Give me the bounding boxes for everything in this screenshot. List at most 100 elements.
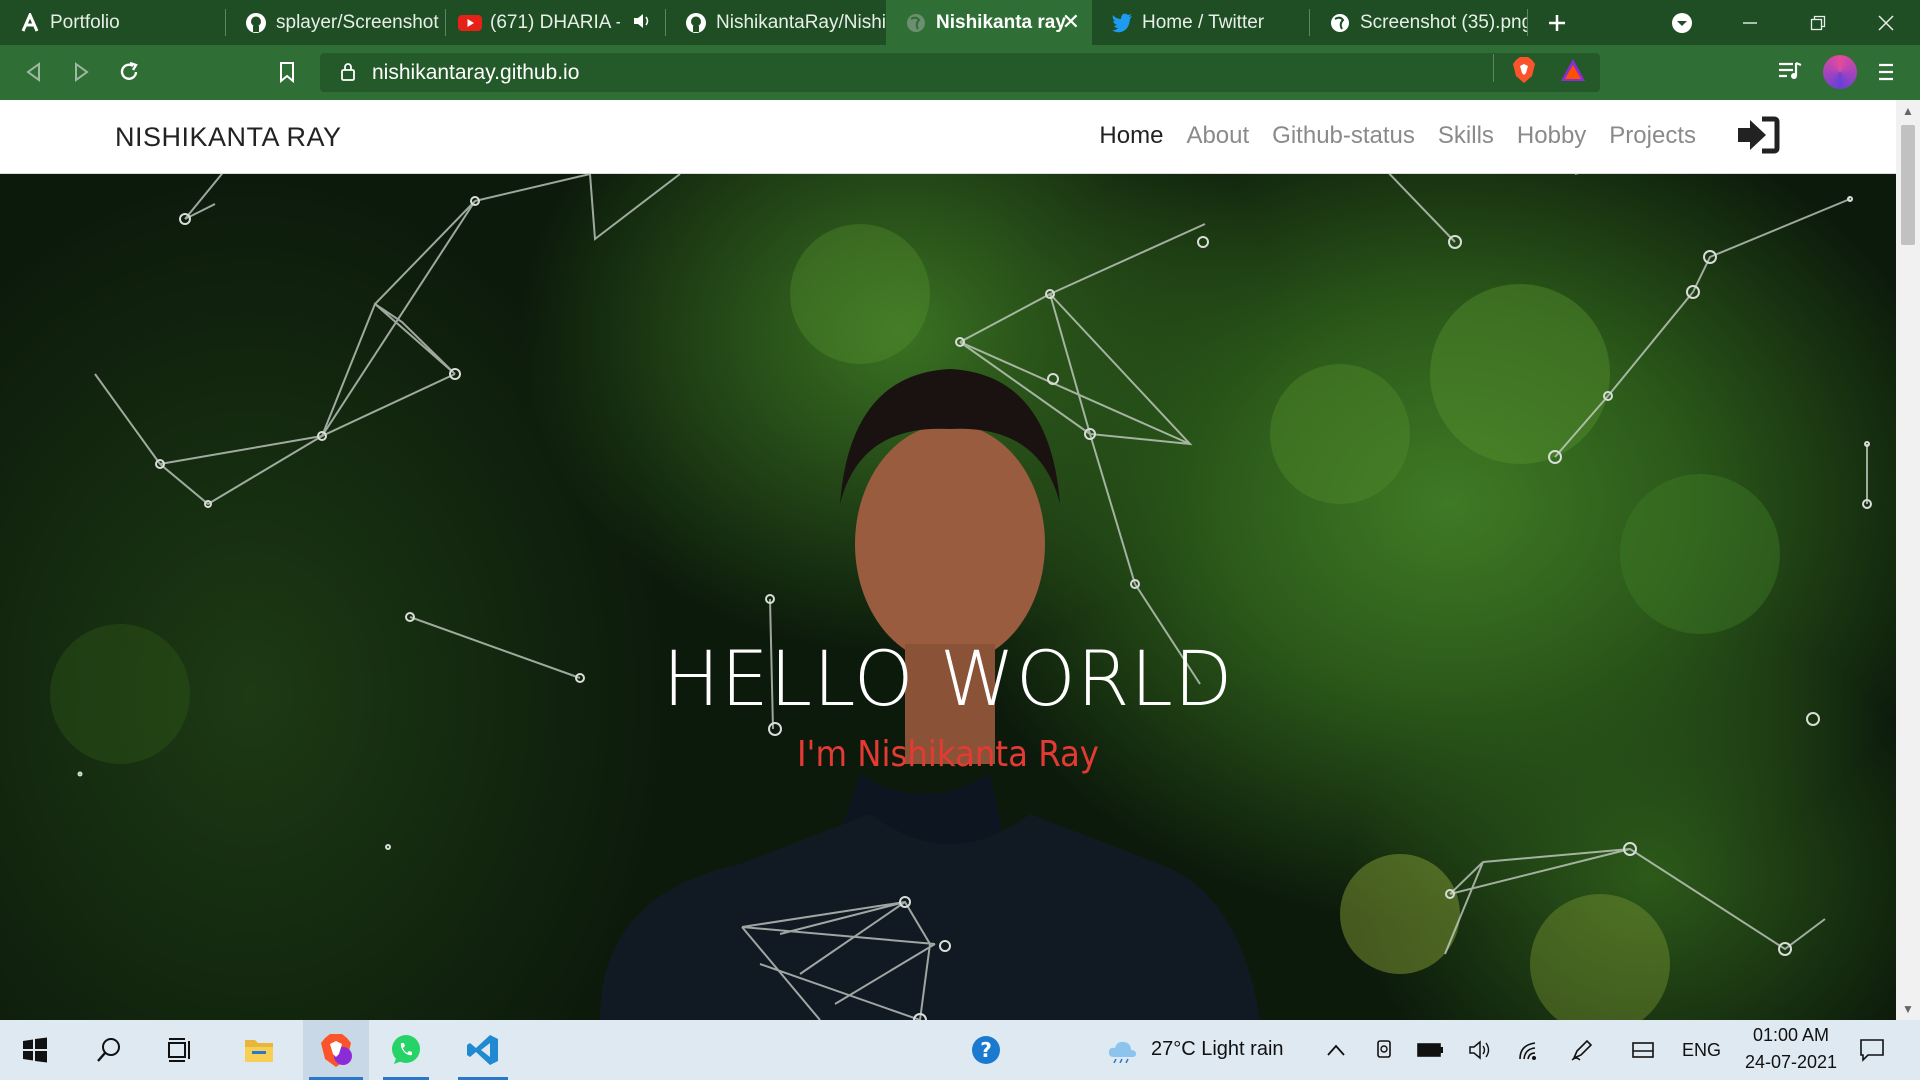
nav-home[interactable]: Home bbox=[1099, 122, 1163, 150]
whatsapp-button[interactable] bbox=[377, 1020, 435, 1080]
scroll-up-icon[interactable]: ▲ bbox=[1902, 104, 1914, 118]
start-button[interactable] bbox=[10, 1020, 60, 1080]
tab-title: splayer/Screenshot ( bbox=[276, 11, 446, 33]
site-nav-links: Home About Github-status Skills Hobby Pr… bbox=[1099, 122, 1696, 150]
bookmark-button[interactable] bbox=[272, 57, 302, 87]
chevron-down-circle-icon bbox=[1672, 12, 1692, 33]
tab-splayer-screenshot[interactable]: splayer/Screenshot ( bbox=[226, 0, 446, 45]
close-tab-icon[interactable]: ✕ bbox=[1062, 9, 1080, 35]
github-icon bbox=[244, 11, 268, 35]
nav-skills[interactable]: Skills bbox=[1438, 122, 1494, 150]
tab-title: Nishikanta ray bbox=[936, 11, 1066, 33]
page-scrollbar[interactable]: ▲ ▼ bbox=[1896, 100, 1920, 1020]
tab-portfolio[interactable]: Portfolio bbox=[0, 0, 226, 45]
scroll-down-icon[interactable]: ▼ bbox=[1902, 1002, 1914, 1016]
tab-title: NishikantaRay/Nishi bbox=[716, 11, 886, 33]
weather-text[interactable]: 27°C Light rain bbox=[1151, 1038, 1284, 1061]
globe-icon bbox=[904, 11, 928, 35]
search-button[interactable] bbox=[84, 1020, 134, 1080]
site-navbar: NISHIKANTA RAY Home About Github-status … bbox=[0, 100, 1896, 174]
scrollbar-thumb[interactable] bbox=[1901, 125, 1915, 245]
sign-in-icon[interactable] bbox=[1736, 115, 1780, 160]
task-view-icon bbox=[168, 1038, 190, 1062]
weather-icon[interactable] bbox=[1104, 1020, 1140, 1080]
browser-tab-strip: Portfolio splayer/Screenshot ( (671) DHA… bbox=[0, 0, 1920, 45]
clock-date[interactable]: 24-07-2021 bbox=[1736, 1052, 1846, 1073]
windows-taskbar: ? 27°C Light rain ENG 01:00 AM 24-07-202… bbox=[0, 1020, 1920, 1080]
brave-shields-icon[interactable] bbox=[1512, 56, 1536, 89]
task-view-button[interactable] bbox=[155, 1020, 205, 1080]
hero-background-photo bbox=[50, 174, 1872, 1020]
file-explorer-button[interactable] bbox=[230, 1020, 288, 1080]
battery-icon[interactable] bbox=[1416, 1020, 1446, 1080]
volume-icon[interactable] bbox=[1466, 1020, 1494, 1080]
nav-projects[interactable]: Projects bbox=[1609, 122, 1696, 150]
globe-icon bbox=[1328, 11, 1352, 35]
tab-github-nishikantaray[interactable]: NishikantaRay/Nishi bbox=[666, 0, 886, 45]
minimize-button[interactable] bbox=[1716, 0, 1784, 45]
vscode-button[interactable] bbox=[452, 1020, 514, 1080]
nav-hobby[interactable]: Hobby bbox=[1517, 122, 1586, 150]
svg-text:?: ? bbox=[980, 1038, 992, 1062]
back-arrow-icon bbox=[26, 62, 40, 82]
tab-title: Portfolio bbox=[50, 11, 120, 33]
reload-button[interactable] bbox=[114, 57, 144, 87]
hero-title: HELLO WORLD bbox=[662, 634, 1234, 723]
plus-icon bbox=[1549, 14, 1565, 31]
clock-time[interactable]: 01:00 AM bbox=[1745, 1025, 1837, 1046]
speaker-icon[interactable] bbox=[632, 12, 652, 36]
brave-rewards-icon[interactable] bbox=[1560, 58, 1586, 87]
reload-icon bbox=[120, 61, 138, 80]
tab-screenshot-png[interactable]: Screenshot (35).png bbox=[1310, 0, 1528, 45]
site-brand[interactable]: NISHIKANTA RAY bbox=[115, 122, 342, 153]
meet-now-icon[interactable] bbox=[1372, 1020, 1398, 1080]
close-icon bbox=[1878, 14, 1894, 31]
nav-about[interactable]: About bbox=[1186, 122, 1249, 150]
restore-button[interactable] bbox=[1784, 0, 1852, 45]
bookmark-icon bbox=[280, 62, 294, 83]
notification-icon bbox=[1860, 1039, 1884, 1062]
twitter-icon bbox=[1110, 11, 1134, 35]
hero-section: HELLO WORLD I'm Nishikanta Ray bbox=[0, 174, 1896, 1020]
brave-browser-button[interactable] bbox=[303, 1020, 369, 1080]
back-button[interactable] bbox=[19, 57, 49, 87]
github-icon bbox=[684, 11, 708, 35]
minimize-icon bbox=[1743, 21, 1757, 24]
vscode-icon bbox=[467, 1035, 498, 1065]
tab-nishikanta-ray[interactable]: Nishikanta ray ✕ bbox=[886, 0, 1092, 45]
url-text[interactable]: nishikantaray.github.io bbox=[372, 61, 579, 85]
forward-arrow-icon bbox=[75, 62, 89, 82]
tab-youtube-dharia[interactable]: (671) DHARIA - S bbox=[446, 0, 666, 45]
help-button[interactable]: ? bbox=[968, 1020, 1004, 1080]
nav-github-status[interactable]: Github-status bbox=[1272, 122, 1415, 150]
forward-button[interactable] bbox=[66, 57, 96, 87]
chevron-up-icon[interactable] bbox=[1322, 1020, 1350, 1080]
profile-avatar[interactable] bbox=[1823, 55, 1857, 89]
youtube-icon bbox=[458, 11, 482, 35]
new-tab-button[interactable] bbox=[1528, 0, 1586, 45]
arc-a-icon bbox=[18, 11, 42, 35]
restore-icon bbox=[1810, 15, 1826, 30]
tab-title: Screenshot (35).png bbox=[1360, 11, 1528, 33]
hero-subtitle: I'm Nishikanta Ray bbox=[797, 734, 1099, 775]
brave-browser-icon bbox=[321, 1034, 352, 1067]
wifi-icon[interactable] bbox=[1515, 1020, 1545, 1080]
notifications-button[interactable] bbox=[1854, 1020, 1890, 1080]
whatsapp-icon bbox=[392, 1035, 420, 1064]
tab-search-button[interactable] bbox=[1648, 0, 1716, 45]
pen-workspace-icon[interactable] bbox=[1567, 1020, 1597, 1080]
menu-icon[interactable] bbox=[1877, 61, 1895, 88]
language-indicator[interactable]: ENG bbox=[1682, 1040, 1721, 1061]
help-icon: ? bbox=[972, 1036, 1000, 1064]
close-window-button[interactable] bbox=[1852, 0, 1920, 45]
tab-title: (671) DHARIA - S bbox=[490, 11, 620, 33]
folder-icon bbox=[245, 1040, 273, 1062]
browser-toolbar: nishikantaray.github.io bbox=[0, 45, 1920, 100]
windows-logo-icon bbox=[23, 1037, 47, 1063]
search-icon bbox=[97, 1038, 120, 1062]
tab-title: Home / Twitter bbox=[1142, 11, 1265, 33]
touch-keyboard-icon[interactable] bbox=[1628, 1020, 1658, 1080]
media-queue-icon[interactable] bbox=[1777, 59, 1803, 88]
tab-twitter-home[interactable]: Home / Twitter bbox=[1092, 0, 1310, 45]
lock-icon bbox=[340, 62, 356, 87]
